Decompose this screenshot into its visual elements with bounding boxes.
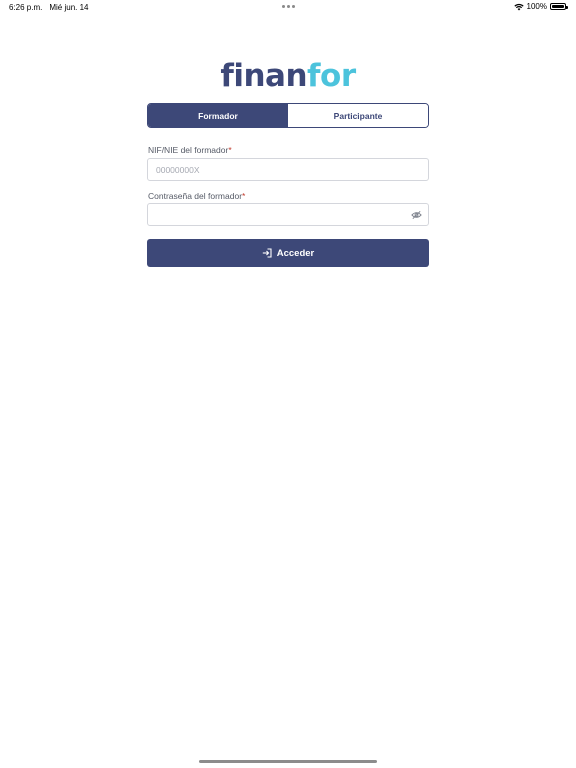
status-time: 6:26 p.m.	[9, 3, 43, 12]
battery-icon	[550, 3, 568, 10]
tab-participante[interactable]: Participante	[288, 104, 428, 127]
battery-percent: 100%	[526, 2, 547, 11]
finanfor-logo: finanfor	[0, 58, 576, 94]
battery-tip	[566, 5, 568, 9]
password-label-text: Contraseña del formador	[148, 191, 243, 201]
required-mark: *	[242, 191, 246, 201]
login-screen: 6:26 p.m. Mié jun. 14 100% finanfor Form…	[0, 0, 576, 768]
eye-off-icon[interactable]	[411, 210, 422, 220]
nif-label-text: NIF/NIE del formador	[148, 145, 229, 155]
multitasking-dots[interactable]	[282, 2, 295, 8]
password-label: Contraseña del formador*	[148, 191, 245, 201]
status-bar: 6:26 p.m. Mié jun. 14 100%	[0, 0, 576, 14]
dot-icon	[287, 5, 290, 8]
password-field-box	[147, 203, 429, 226]
wifi-icon	[513, 3, 524, 10]
logo-part-b: for	[307, 58, 356, 94]
status-right: 100%	[513, 2, 568, 11]
status-date: Mié jun. 14	[49, 3, 89, 12]
dot-icon	[292, 5, 295, 8]
acceder-label: Acceder	[276, 247, 315, 259]
acceder-button[interactable]: Acceder	[147, 239, 429, 267]
status-left: 6:26 p.m. Mié jun. 14	[9, 3, 89, 12]
nif-input[interactable]	[148, 159, 406, 180]
nif-field-box	[147, 158, 429, 181]
login-icon	[262, 248, 272, 258]
required-mark: *	[228, 145, 232, 155]
nif-label: NIF/NIE del formador*	[148, 145, 232, 155]
dot-icon	[282, 5, 285, 8]
role-tabs: Formador Participante	[147, 103, 429, 128]
password-input[interactable]	[148, 204, 406, 225]
battery-fill	[552, 5, 564, 8]
logo-part-a: finan	[220, 58, 308, 94]
tab-formador[interactable]: Formador	[148, 104, 288, 127]
home-indicator[interactable]	[199, 760, 377, 763]
